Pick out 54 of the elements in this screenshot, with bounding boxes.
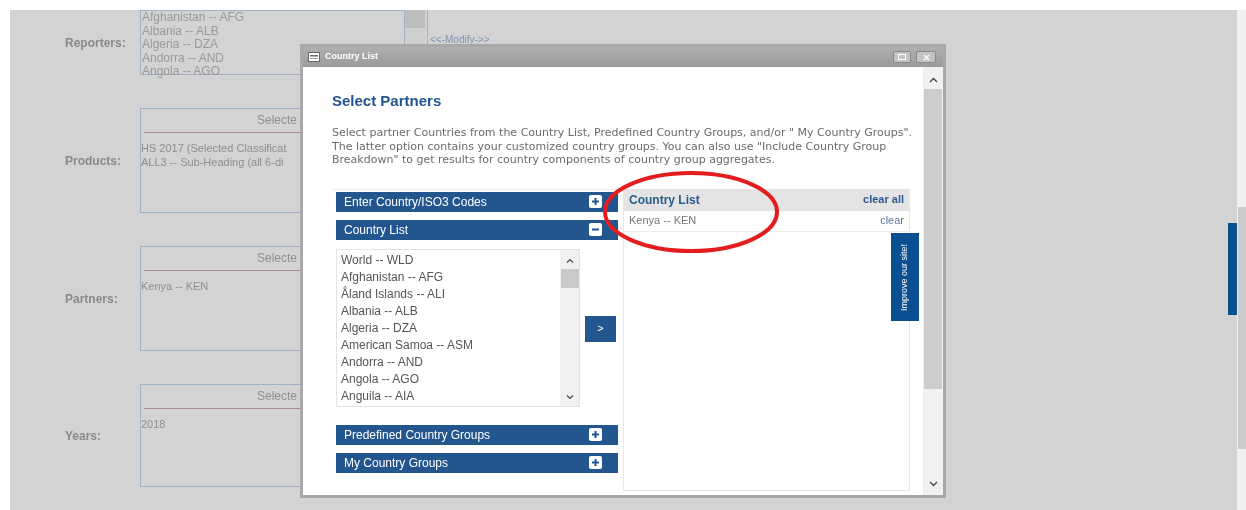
add-button[interactable]: > — [585, 315, 616, 342]
page-scrollbar[interactable] — [1237, 10, 1246, 510]
list-option[interactable]: Angola -- AGO — [341, 370, 560, 388]
panel-title: Country List — [629, 191, 700, 209]
field-label: Years: — [64, 427, 103, 445]
plus-icon — [589, 195, 602, 208]
clear-link[interactable]: clear — [880, 212, 904, 229]
side-tab[interactable] — [1228, 223, 1237, 315]
scroll-down-icon[interactable] — [565, 394, 574, 400]
scrollbar-thumb[interactable] — [405, 10, 425, 28]
scroll-up-icon[interactable] — [565, 257, 574, 263]
scrollbar-thumb[interactable] — [560, 268, 579, 288]
selected-item: ALL3 -- Sub-Heading (all 6-di — [141, 155, 284, 169]
dialog-heading: Select Partners — [332, 92, 443, 110]
listbox-scrollbar[interactable] — [560, 249, 579, 406]
dialog-title: Country List — [325, 50, 379, 64]
list-option[interactable]: Anguila -- AIA — [341, 387, 560, 405]
list-option[interactable]: Åland Islands -- ALI — [341, 285, 560, 303]
scrollbar-thumb[interactable] — [1237, 207, 1246, 449]
selected-item: HS 2017 (Selected Classificat — [141, 141, 287, 155]
accordion-header[interactable]: Predefined Country Groups — [336, 424, 618, 445]
selected-item: Kenya -- KEN — [141, 279, 209, 293]
description-text: Select partner Countries from the Country List, Predefined Country Groups, and/or " My Country Groups". The latter option contains your customized country groups. You can also use "Include Country Group Breakdown" to get results for country components of country group aggregates. — [332, 126, 914, 167]
field-label: Partners: — [64, 290, 119, 308]
box-header: Selecte — [256, 112, 297, 129]
list-option[interactable]: Algeria -- DZA — [341, 319, 560, 337]
list-option[interactable]: Albania -- ALB — [341, 302, 560, 320]
clear-all-link[interactable]: clear all — [863, 191, 904, 208]
accordion-header[interactable]: Enter Country/ISO3 Codes — [336, 191, 618, 212]
country-listbox[interactable]: World -- WLD Afghanistan -- AFG Åland Islands -- ALI Albania -- ALB Algeria -- DZA American Samoa -- ASM Andorra -- AND Angola -- AGO Anguila -- AIA — [336, 248, 580, 407]
selected-item: 2018 — [141, 417, 166, 431]
window-icon — [308, 52, 320, 62]
list-option[interactable]: World -- WLD — [341, 251, 560, 269]
selected-country: Kenya -- KEN — [629, 213, 697, 229]
maximize-icon — [898, 54, 906, 60]
field-label: Products: — [64, 152, 122, 170]
plus-icon — [589, 456, 602, 469]
scroll-down-icon[interactable] — [928, 481, 938, 487]
close-icon — [922, 53, 930, 61]
accordion-header[interactable]: Country List — [336, 219, 618, 240]
list-option[interactable]: Afghanistan -- AFG — [341, 268, 560, 286]
scroll-up-icon[interactable] — [928, 77, 938, 83]
list-option[interactable]: Andorra -- AND — [341, 353, 560, 371]
scrollbar-thumb[interactable] — [924, 89, 942, 389]
feedback-tab[interactable]: Improve our site! — [891, 233, 919, 321]
list-option[interactable]: American Samoa -- ASM — [341, 336, 560, 354]
minus-icon — [589, 223, 602, 236]
plus-icon — [589, 428, 602, 441]
field-label: Reporters: — [64, 34, 127, 52]
box-header: Selecte — [256, 250, 297, 267]
box-header: Selecte — [256, 388, 297, 405]
close-button[interactable] — [916, 51, 936, 63]
maximize-button[interactable] — [893, 51, 911, 63]
accordion-header[interactable]: My Country Groups — [336, 452, 618, 473]
